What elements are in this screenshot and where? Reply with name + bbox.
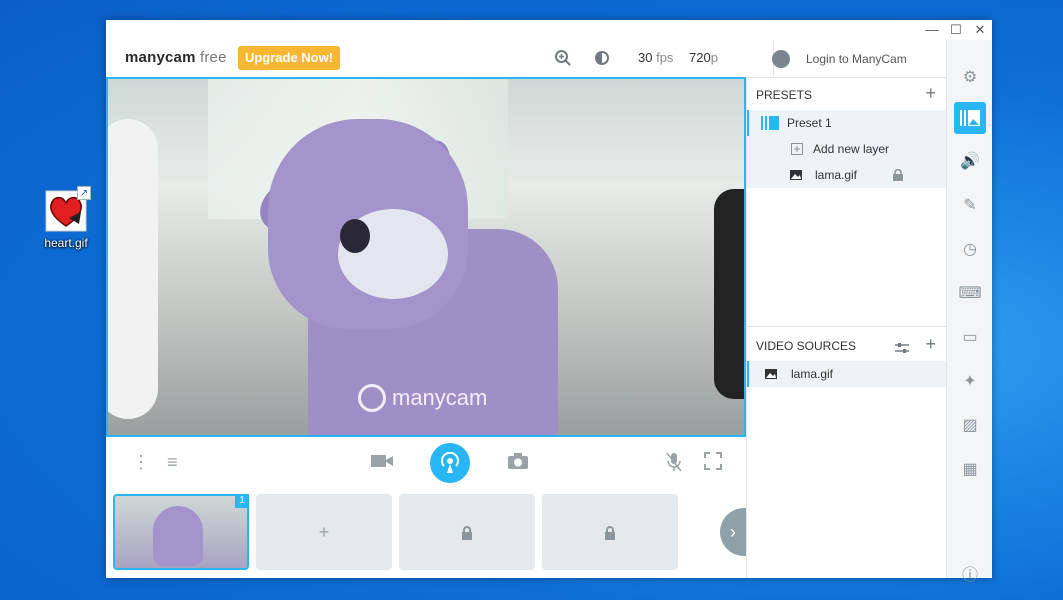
logo-edition: free [199, 49, 227, 66]
add-source-button[interactable]: + [925, 334, 936, 355]
llama-eye [340, 219, 370, 253]
preset-item-1[interactable]: Preset 1 [747, 110, 946, 136]
fps-unit: fps [656, 50, 674, 65]
snapshot-icon[interactable] [507, 452, 529, 475]
playlist-icon[interactable]: ≡ [167, 452, 178, 473]
preset-icon [761, 116, 779, 130]
resolution-unit: p [710, 50, 718, 65]
fps-value: 30 [638, 50, 653, 65]
desktop-icon-label: heart.gif [44, 236, 88, 250]
add-layer-label: Add new layer [813, 142, 890, 156]
lock-icon [462, 526, 472, 541]
manycam-window: — ☐ ✕ manycam free Upgrade Now! 30 fps 7… [106, 20, 992, 584]
fullscreen-icon[interactable] [704, 452, 722, 475]
lock-icon [605, 526, 615, 541]
audio-icon[interactable]: 🔊 [954, 146, 986, 178]
app-logo: manycam free [125, 49, 227, 66]
title-bar: — ☐ ✕ [106, 20, 992, 40]
section-divider [747, 326, 946, 327]
watermark: manycam [358, 384, 487, 412]
layer-label: lama.gif [815, 168, 858, 182]
thumb-number: 1 [235, 494, 249, 508]
desktop-icon-heart[interactable]: ↗ heart.gif [38, 186, 94, 250]
fps-selector[interactable]: 30 fps [638, 50, 673, 65]
effects-icon[interactable]: ✦ [954, 366, 986, 398]
lower-third-icon[interactable]: ▭ [954, 322, 986, 354]
top-bar: manycam free Upgrade Now! 30 fps 720p Lo… [106, 40, 946, 78]
preset-thumbnails: 1 + › [106, 487, 746, 578]
close-button[interactable]: ✕ [972, 22, 988, 38]
selection-bar [747, 110, 749, 136]
image-icon [765, 369, 777, 379]
next-thumbs-button[interactable]: › [720, 508, 746, 556]
add-preset-thumb[interactable]: + [256, 494, 392, 570]
right-rail: ⚙ 🔊 ✎ ◷ ⌨ ▭ ✦ ▨ ▦ ⓘ [946, 40, 992, 584]
manycam-logo-icon [358, 384, 386, 412]
maximize-button[interactable]: ☐ [948, 22, 964, 38]
sources-settings-icon[interactable] [895, 340, 909, 353]
preview-background-object [714, 189, 744, 399]
login-label[interactable]: Login to ManyCam [806, 52, 907, 66]
layer-item-lama[interactable]: lama.gif [747, 162, 946, 188]
widgets-icon[interactable]: ▦ [954, 454, 986, 486]
video-preview[interactable]: manycam [106, 77, 746, 437]
time-icon[interactable]: ◷ [954, 234, 986, 266]
zoom-icon[interactable] [554, 49, 572, 72]
locked-preset-thumb[interactable] [542, 494, 678, 570]
info-icon[interactable]: ⓘ [954, 560, 986, 592]
watermark-text: manycam [392, 385, 488, 410]
image-icon[interactable]: ▨ [954, 410, 986, 442]
upgrade-button[interactable]: Upgrade Now! [238, 46, 340, 70]
shortcut-arrow-icon: ↗ [77, 186, 91, 200]
camera-icon[interactable] [370, 452, 394, 475]
preset-label: Preset 1 [787, 116, 832, 130]
source-item-lama[interactable]: lama.gif [747, 361, 946, 387]
broadcast-button[interactable] [430, 443, 470, 483]
preset-thumb-1[interactable]: 1 [113, 494, 249, 570]
lock-icon[interactable] [893, 169, 903, 181]
mic-muted-icon[interactable] [666, 452, 682, 477]
user-avatar-icon [772, 50, 790, 68]
add-layer-item[interactable]: Add new layer [747, 136, 946, 162]
resolution-selector[interactable]: 720p [689, 50, 718, 65]
more-menu-icon[interactable]: ⋮ [132, 452, 150, 473]
settings-icon[interactable]: ⚙ [954, 62, 986, 94]
image-icon [790, 170, 802, 180]
locked-preset-thumb[interactable] [399, 494, 535, 570]
minimize-button[interactable]: — [924, 22, 940, 37]
side-panel: PRESETS + Preset 1 Add new layer lama.gi… [746, 78, 946, 578]
add-layer-icon [791, 143, 803, 155]
control-bar: ⋮ ≡ [106, 437, 746, 487]
heart-image: ↗ [43, 186, 91, 234]
brightness-icon[interactable] [593, 49, 611, 72]
keyboard-icon[interactable]: ⌨ [954, 278, 986, 310]
presets-icon[interactable] [954, 102, 986, 134]
preview-background-object [108, 119, 158, 419]
resolution-value: 720 [689, 50, 711, 65]
logo-text: manycam [125, 49, 196, 66]
source-label: lama.gif [791, 367, 834, 381]
video-sources-title: VIDEO SOURCES [756, 339, 857, 353]
presets-title: PRESETS [756, 88, 813, 102]
add-preset-button[interactable]: + [925, 83, 936, 104]
selection-bar [747, 361, 749, 387]
thumb-image [153, 506, 203, 566]
drawing-icon[interactable]: ✎ [954, 190, 986, 222]
login-area[interactable]: Login to ManyCam [772, 40, 946, 78]
